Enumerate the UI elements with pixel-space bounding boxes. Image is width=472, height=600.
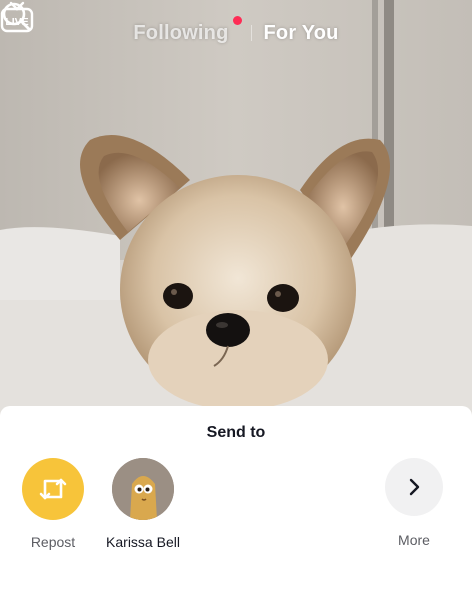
contact-name: Karissa Bell [106, 534, 180, 550]
notification-dot [232, 15, 242, 25]
repost-circle[interactable] [22, 458, 84, 520]
repost-icon [39, 478, 67, 500]
top-navigation: LIVE Following For You [0, 0, 472, 66]
share-sheet-title: Send to [206, 424, 266, 441]
avatar-image [112, 458, 174, 520]
share-sheet: Send to Repost Karissa Bell More [0, 406, 472, 600]
repost-button[interactable]: Repost [13, 458, 93, 550]
chevron-right-icon [409, 478, 420, 496]
repost-label: Repost [30, 534, 76, 550]
tab-for-you[interactable]: For You [264, 22, 339, 45]
tab-following-wrap[interactable]: Following [133, 15, 242, 45]
avatar[interactable] [112, 458, 174, 520]
more-circle[interactable] [385, 458, 443, 516]
more-label: More [398, 532, 430, 548]
video-player[interactable]: LIVE Following For You [0, 0, 472, 420]
tiktok-screen: LIVE Following For You Send to Repost Ka… [0, 0, 472, 600]
tab-divider [250, 25, 252, 41]
tab-following[interactable]: Following [133, 22, 228, 44]
feed-tabs: Following For You [133, 15, 339, 45]
more-button[interactable]: More [374, 458, 454, 548]
search-icon[interactable] [0, 0, 32, 32]
contact-karissa-bell[interactable]: Karissa Bell [103, 458, 183, 550]
